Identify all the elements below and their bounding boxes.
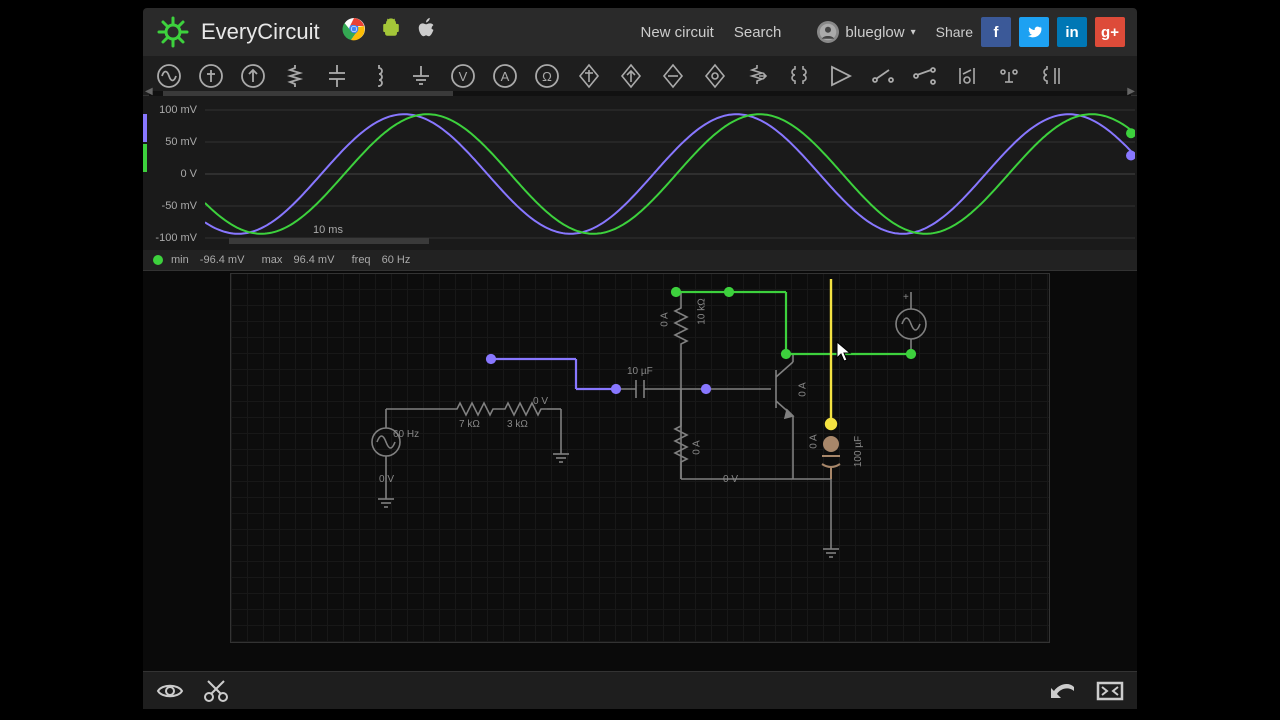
- fullscreen-button[interactable]: [1093, 676, 1127, 706]
- user-avatar-icon: [817, 21, 839, 43]
- label-r1: 7 kΩ: [459, 419, 480, 430]
- bottom-toolbar: [143, 671, 1137, 709]
- caret-down-icon: ▾: [911, 27, 916, 38]
- relay-tool[interactable]: [947, 58, 987, 94]
- label-r2: 3 kΩ: [507, 419, 528, 430]
- search-link[interactable]: Search: [734, 24, 782, 41]
- label-source-v: 0 V: [379, 474, 394, 485]
- brand-name: EveryCircuit: [201, 19, 320, 45]
- spst-ground-tool[interactable]: [989, 58, 1029, 94]
- label-c2: 100 µF: [853, 436, 864, 467]
- label-source-freq: 60 Hz: [393, 429, 419, 440]
- scope-stats-bar: min -96.4 mV max 96.4 mV freq 60 Hz: [143, 250, 1137, 270]
- opamp-tool[interactable]: [821, 58, 861, 94]
- current-source-tool[interactable]: [233, 58, 273, 94]
- capacitor-tool[interactable]: [317, 58, 357, 94]
- potentiometer-tool[interactable]: [737, 58, 777, 94]
- component-toolbar: V A Ω ◀ ▶: [143, 56, 1137, 96]
- label-emitter-v: 0 V: [723, 474, 738, 485]
- label-r2-v: 0 V: [533, 396, 548, 407]
- svg-text:Ω: Ω: [542, 69, 552, 84]
- stats-trace-dot-icon: [153, 255, 163, 265]
- resistor-tool[interactable]: [275, 58, 315, 94]
- label-c2-i: 0 A: [809, 434, 820, 448]
- scope-y-axis: 100 mV 50 mV 0 V -50 mV -100 mV: [143, 96, 201, 246]
- transformer-tool[interactable]: [779, 58, 819, 94]
- undo-button[interactable]: [1047, 676, 1081, 706]
- vccs-tool[interactable]: [611, 58, 651, 94]
- linkedin-share-button[interactable]: in: [1057, 17, 1087, 47]
- visibility-button[interactable]: [153, 676, 187, 706]
- ohmmeter-tool[interactable]: Ω: [527, 58, 567, 94]
- circuit-canvas-container: + 60 Hz 0 V 7 kΩ 3 kΩ 0 V 10 µF 10 kΩ 0 …: [143, 271, 1137, 671]
- switch-open-tool[interactable]: [863, 58, 903, 94]
- vcvs-tool[interactable]: [569, 58, 609, 94]
- chrome-icon[interactable]: [342, 17, 366, 47]
- svg-text:+: +: [828, 439, 834, 451]
- scope-time-scrollbar[interactable]: [229, 238, 429, 244]
- ground-tool[interactable]: [401, 58, 441, 94]
- label-q-ic: 0 A: [798, 382, 809, 396]
- scope-plot-area[interactable]: [205, 96, 1137, 246]
- ccvs-tool[interactable]: [653, 58, 693, 94]
- apple-icon[interactable]: [416, 17, 438, 47]
- googleplus-share-button[interactable]: g+: [1095, 17, 1125, 47]
- label-r3-i: 0 A: [660, 312, 671, 326]
- twitter-share-button[interactable]: [1019, 17, 1049, 47]
- cut-button[interactable]: [199, 676, 233, 706]
- svg-text:V: V: [459, 69, 468, 84]
- brand-logo-icon: [155, 14, 191, 50]
- circuit-canvas[interactable]: + 60 Hz 0 V 7 kΩ 3 kΩ 0 V 10 µF 10 kΩ 0 …: [230, 273, 1050, 643]
- voltmeter-tool[interactable]: V: [443, 58, 483, 94]
- username: blueglow: [845, 24, 904, 41]
- cccs-tool[interactable]: [695, 58, 735, 94]
- facebook-share-button[interactable]: f: [981, 17, 1011, 47]
- label-r4-i: 0 A: [692, 440, 703, 454]
- label-c1: 10 µF: [627, 366, 653, 377]
- new-circuit-link[interactable]: New circuit: [641, 24, 714, 41]
- oscilloscope-panel: 100 mV 50 mV 0 V -50 mV -100 mV 10 ms mi…: [143, 96, 1137, 271]
- svg-text:A: A: [501, 69, 510, 84]
- scope-time-label: 10 ms: [313, 224, 343, 236]
- label-probe-plus: +: [903, 292, 909, 303]
- ammeter-tool[interactable]: A: [485, 58, 525, 94]
- switch-spdt-tool[interactable]: [905, 58, 945, 94]
- inductor-tool[interactable]: [359, 58, 399, 94]
- app-header: EveryCircuit New circuit Search blueglow…: [143, 8, 1137, 56]
- mouse-cursor-icon: [835, 340, 855, 362]
- more-tool[interactable]: [1031, 58, 1071, 94]
- user-menu[interactable]: blueglow ▾: [817, 21, 915, 43]
- share-label: Share: [936, 24, 973, 40]
- ac-source-tool[interactable]: [149, 58, 189, 94]
- dc-source-tool[interactable]: [191, 58, 231, 94]
- label-r3-val: 10 kΩ: [697, 298, 708, 324]
- android-icon[interactable]: [380, 17, 402, 47]
